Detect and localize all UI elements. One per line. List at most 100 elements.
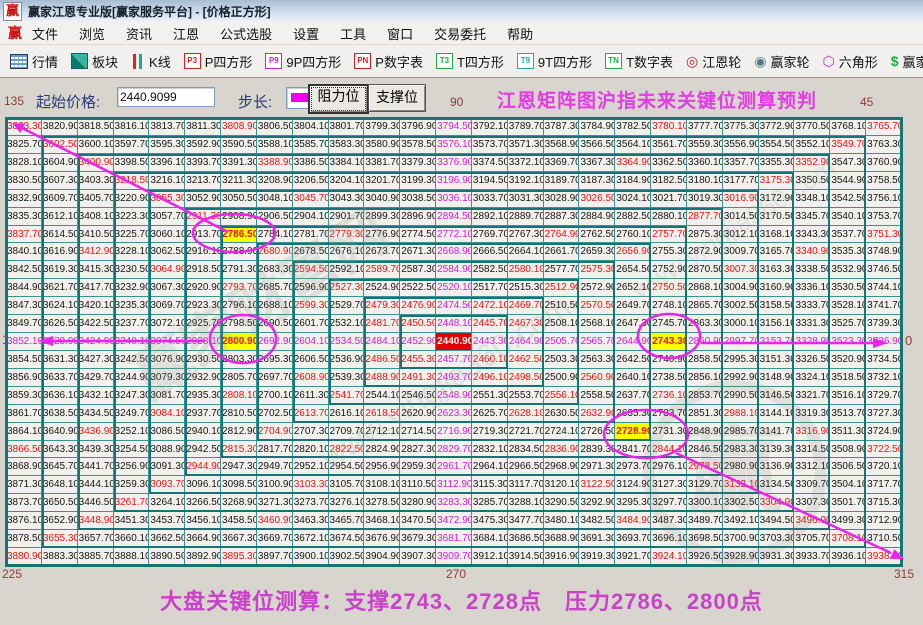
grid-cell: 3105.70 [329, 476, 365, 494]
start-price-label: 起始价格: [36, 91, 100, 112]
grid-cell: 3261.70 [114, 494, 150, 512]
grid-cell: 3304.90 [759, 494, 795, 512]
grid-cell: 2786.50 [221, 226, 257, 244]
grid-cell: 3088.90 [149, 441, 185, 459]
angle-label-315: 315 [894, 567, 914, 581]
menu-item-2[interactable]: 资讯 [126, 24, 152, 43]
grid-cell: 2978.50 [687, 458, 723, 476]
grid-cell: 3532.90 [830, 261, 866, 279]
grid-cell: 3576.10 [436, 136, 472, 154]
toolbar-button-7[interactable]: T99T四方形 [517, 52, 592, 71]
grid-cell: 2524.90 [364, 279, 400, 297]
title-bar: 赢 赢家江恩专业版[赢家服务平台] - [价格正方形] [0, 0, 923, 22]
toolbar-button-1[interactable]: 板块 [71, 52, 118, 71]
grid-cell: 2923.30 [185, 297, 221, 315]
toolbar-button-0[interactable]: 行情 [10, 52, 58, 71]
grid-cell: 2604.10 [293, 333, 329, 351]
grid-cell: 3854.50 [6, 351, 42, 369]
grid-cell: 3153.70 [759, 333, 795, 351]
grid-cell: 2601.70 [293, 315, 329, 333]
grid-cell: 3316.90 [794, 423, 830, 441]
grid-cell: 2824.90 [364, 441, 400, 459]
menu-item-9[interactable]: 帮助 [507, 24, 533, 43]
toolbar-button-2[interactable]: K线 [131, 52, 171, 71]
grid-cell: 3921.70 [615, 548, 651, 566]
grid-cell: 2616.10 [329, 405, 365, 423]
toolbar-button-9[interactable]: ◎江恩轮 [686, 52, 741, 71]
grid-cell: 3624.10 [42, 297, 78, 315]
grid-cell: 3064.90 [149, 261, 185, 279]
grid-cell: 2980.90 [723, 458, 759, 476]
step-label: 步长: [238, 91, 272, 112]
menu-item-8[interactable]: 交易委托 [434, 24, 486, 43]
grid-cell: 2608.90 [293, 369, 329, 387]
grid-cell: 3182.50 [651, 172, 687, 190]
grid-cell: 3868.90 [6, 458, 42, 476]
grid-cell: 2887.30 [544, 208, 580, 226]
menu-item-4[interactable]: 公式选股 [220, 24, 272, 43]
grid-cell: 3919.30 [579, 548, 615, 566]
grid-cell: 2896.90 [400, 208, 436, 226]
grid-cell: 2944.90 [185, 458, 221, 476]
grid-cell: 3876.10 [6, 512, 42, 530]
grid-cell: 3355.30 [759, 154, 795, 172]
grid-cell: 3578.50 [400, 136, 436, 154]
toolbar-button-5[interactable]: PNP数字表 [354, 52, 423, 71]
grid-cell: 2570.50 [579, 297, 615, 315]
grid-cell: 2719.30 [472, 423, 508, 441]
menu-item-6[interactable]: 工具 [340, 24, 366, 43]
menu-item-0[interactable]: 文件 [32, 24, 58, 43]
grid-cell: 2496.10 [472, 369, 508, 387]
grid-cell: 3218.50 [114, 172, 150, 190]
grid-cell: 2637.70 [615, 387, 651, 405]
grid-cell: 2968.90 [544, 458, 580, 476]
grid-cell: 3016.90 [723, 190, 759, 208]
grid-cell: 3544.90 [830, 172, 866, 190]
grid-cell: 2805.70 [221, 369, 257, 387]
grid-cell: 3331.30 [794, 315, 830, 333]
grid-cell: 3009.70 [723, 243, 759, 261]
menu-item-5[interactable]: 设置 [293, 24, 319, 43]
menu-item-3[interactable]: 江恩 [173, 24, 199, 43]
grid-cell: 3842.50 [6, 261, 42, 279]
support-button[interactable]: 支撑位 [368, 84, 426, 112]
grid-cell: 3184.90 [615, 172, 651, 190]
grid-cell: 3338.50 [794, 261, 830, 279]
grid-cell: 2551.30 [472, 387, 508, 405]
start-price-input[interactable] [117, 87, 215, 107]
grid-cell: 2529.70 [329, 297, 365, 315]
grid-cell: 3609.70 [42, 190, 78, 208]
grid-cell: 3643.30 [42, 441, 78, 459]
grid-cell: 3326.50 [794, 351, 830, 369]
app-window: 赢 赢家江恩专业版[赢家服务平台] - [价格正方形] 赢 文件 浏览 资讯 江恩 公式… [0, 0, 923, 625]
menu-item-1[interactable]: 浏览 [79, 24, 105, 43]
toolbar-button-10[interactable]: ◉赢家轮 [754, 52, 809, 71]
grid-cell: 3228.10 [114, 243, 150, 261]
toolbar-button-4[interactable]: P99P四方形 [265, 52, 341, 71]
resistance-button[interactable]: 阻力位 [308, 84, 369, 114]
menu-item-7[interactable]: 窗口 [387, 24, 413, 43]
grid-cell: 3499.30 [830, 512, 866, 530]
grid-cell: 2856.10 [687, 369, 723, 387]
grid-cell: 3033.70 [472, 190, 508, 208]
grid-cell: 2812.90 [221, 423, 257, 441]
toolbar-button-12[interactable]: $赢家服务 [891, 52, 923, 71]
grid-cell: 3535.30 [830, 243, 866, 261]
toolbar-button-6[interactable]: T3T四方形 [436, 52, 504, 71]
grid-cell: 3427.30 [78, 351, 114, 369]
grid-cell: 3696.10 [651, 530, 687, 548]
grid-cell: 3055.30 [149, 190, 185, 208]
t-square-badge: T3 [436, 53, 453, 69]
toolbar-button-3[interactable]: P3P四方形 [184, 52, 253, 71]
grid-cell: 3237.70 [114, 315, 150, 333]
toolbar-button-8[interactable]: TNT数字表 [605, 52, 673, 71]
grid-cell: 3021.70 [651, 190, 687, 208]
toolbar-button-11[interactable]: ⬡六角形 [823, 52, 878, 71]
grid-cell: 3012.10 [723, 226, 759, 244]
grid-cell: 3141.70 [759, 423, 795, 441]
grid-cell: 3780.10 [651, 118, 687, 136]
grid-cell: 3700.90 [723, 530, 759, 548]
app-logo-icon: 赢 [3, 2, 22, 21]
grid-cell: 2884.90 [579, 208, 615, 226]
grid-cell: 3652.90 [42, 512, 78, 530]
